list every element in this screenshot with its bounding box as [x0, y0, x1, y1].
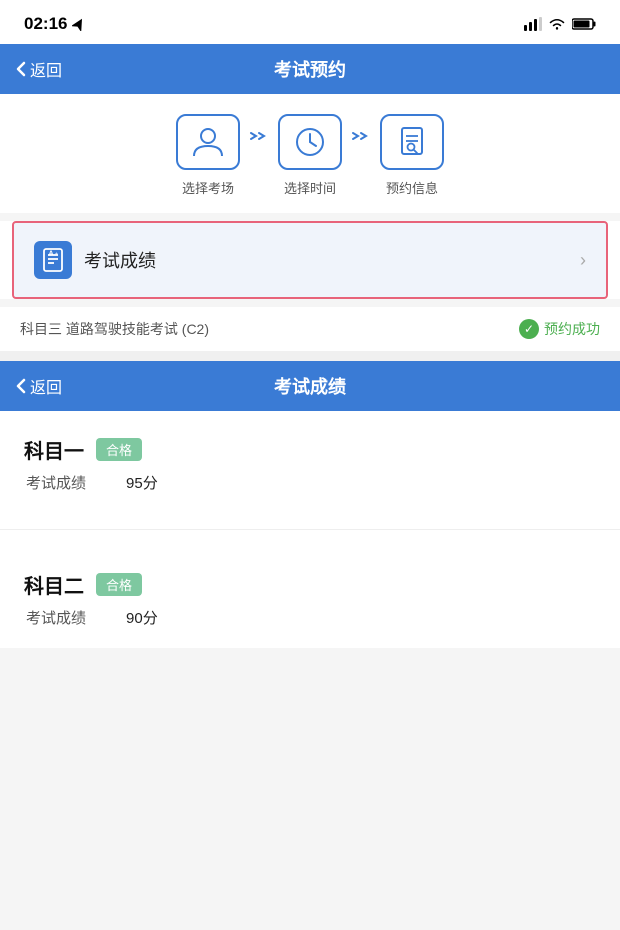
step-1-label: 选择考场 — [182, 178, 234, 197]
doc-search-icon — [394, 124, 430, 160]
status-icons — [524, 17, 596, 31]
bottom-nav-title: 考试成绩 — [274, 373, 346, 399]
steps-section: 选择考场 选择时间 — [0, 94, 620, 213]
step-arrow-1 — [240, 114, 278, 144]
score-detail-2: 考试成绩 90分 — [24, 607, 596, 628]
bottom-back-label: 返回 — [30, 374, 62, 398]
success-text: 预约成功 — [544, 319, 600, 339]
subject-2-pass-badge: 合格 — [96, 573, 142, 596]
step-2-label: 选择时间 — [284, 178, 336, 197]
svg-text:+: + — [55, 252, 58, 258]
clock-icon — [292, 124, 328, 160]
score-label-1: 考试成绩 — [26, 472, 86, 493]
step-3: 预约信息 — [380, 114, 444, 197]
step-arrow-2 — [342, 114, 380, 144]
person-icon — [190, 124, 226, 160]
back-button[interactable]: 返回 — [16, 57, 62, 81]
scores-container: 科目一 合格 考试成绩 95分 科目二 合格 考试成绩 90分 — [0, 411, 620, 648]
top-nav-bar: 返回 考试预约 — [0, 44, 620, 94]
status-time: 02:16 — [24, 14, 86, 34]
score-value-2: 90分 — [126, 607, 158, 628]
section-divider — [0, 351, 620, 361]
score-separator-1 — [0, 529, 620, 530]
score-section-2: 科目二 合格 考试成绩 90分 — [0, 546, 620, 648]
location-icon — [72, 17, 86, 31]
status-bar: 02:16 — [0, 0, 620, 44]
subject-1-pass-badge: 合格 — [96, 438, 142, 461]
wifi-icon — [548, 17, 566, 31]
menu-chevron-icon: › — [580, 250, 586, 271]
subject-2-name: 科目二 — [24, 570, 84, 599]
score-label-2: 考试成绩 — [26, 607, 86, 628]
step-3-label: 预约信息 — [386, 178, 438, 197]
subject-text: 科目三 道路驾驶技能考试 (C2) — [20, 319, 209, 339]
menu-item-left: A + 考试成绩 — [34, 241, 156, 279]
step-2-icon-box — [278, 114, 342, 170]
top-nav-title: 考试预约 — [274, 56, 346, 82]
score-section-1: 科目一 合格 考试成绩 95分 — [0, 411, 620, 513]
step-3-icon-box — [380, 114, 444, 170]
time-text: 02:16 — [24, 14, 67, 34]
back-chevron-icon — [16, 61, 26, 77]
success-badge: ✓ 预约成功 — [519, 319, 600, 339]
subject-info-row: 科目三 道路驾驶技能考试 (C2) ✓ 预约成功 — [0, 307, 620, 351]
menu-item-text: 考试成绩 — [84, 247, 156, 273]
exam-score-menu-item[interactable]: A + 考试成绩 › — [12, 221, 608, 299]
step-1: 选择考场 — [176, 114, 240, 197]
exam-score-icon-box: A + — [34, 241, 72, 279]
score-value-1: 95分 — [126, 472, 158, 493]
subject-1-name: 科目一 — [24, 435, 84, 464]
score-row-2: 科目二 合格 — [24, 570, 596, 599]
score-row-1: 科目一 合格 — [24, 435, 596, 464]
grade-icon: A + — [40, 247, 66, 273]
battery-icon — [572, 17, 596, 31]
success-check-icon: ✓ — [519, 319, 539, 339]
bottom-back-button[interactable]: 返回 — [16, 374, 62, 398]
svg-text:A: A — [48, 251, 53, 258]
menu-section: A + 考试成绩 › — [0, 221, 620, 299]
score-detail-1: 考试成绩 95分 — [24, 472, 596, 493]
bottom-nav-bar: 返回 考试成绩 — [0, 361, 620, 411]
back-label: 返回 — [30, 57, 62, 81]
signal-icon — [524, 17, 542, 31]
bottom-back-chevron-icon — [16, 378, 26, 394]
step-2: 选择时间 — [278, 114, 342, 197]
step-1-icon-box — [176, 114, 240, 170]
